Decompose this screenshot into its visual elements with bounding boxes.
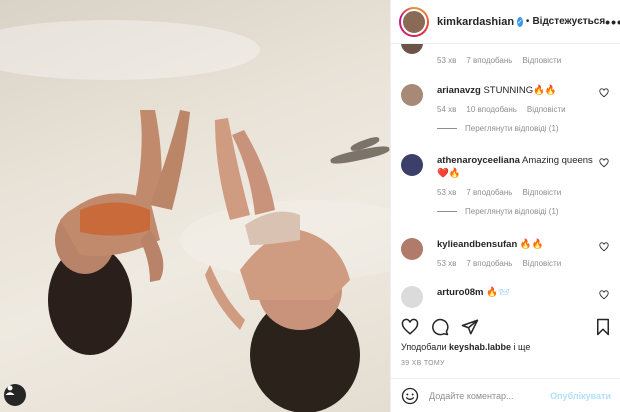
post-header: kimkardashian ✓ • Відстежується ••• — [391, 0, 620, 44]
likes-prefix: Уподобали — [401, 342, 447, 352]
comment-age: 53 хв — [437, 259, 457, 268]
comment-text: athenaroyceeliana Amazing queens❤️🔥 — [437, 154, 613, 180]
more-options-icon[interactable]: ••• — [605, 14, 620, 30]
comment-avatar[interactable] — [401, 84, 423, 106]
comment-avatar[interactable] — [401, 44, 423, 54]
comment-age: 53 хв — [437, 56, 457, 65]
view-replies-button[interactable]: Переглянути відповіді (1) — [437, 124, 613, 133]
post-photo[interactable] — [0, 0, 390, 412]
comment-meta: 53 хв 7 вподобань Відповісти — [437, 188, 613, 197]
author-avatar[interactable] — [399, 6, 429, 37]
comment-avatar[interactable] — [401, 238, 423, 260]
following-button[interactable]: Відстежується — [532, 16, 605, 27]
share-icon[interactable] — [461, 318, 479, 336]
comment-likes[interactable]: 7 вподобань — [466, 259, 512, 268]
like-comment-icon[interactable] — [599, 290, 609, 300]
comment-item: kylieandbensufan 🔥🔥 53 хв 7 вподобань Ві… — [401, 238, 613, 268]
comment-username[interactable]: athenaroyceeliana — [437, 155, 520, 166]
post-timestamp[interactable]: 39 ХВ ТОМУ — [401, 360, 445, 367]
reply-button[interactable]: Відповісти — [522, 259, 561, 268]
comment-likes[interactable]: 10 вподобань — [466, 105, 517, 114]
comment-item: 53 хв 7 вподобань Відповісти — [401, 44, 613, 65]
comment-item: athenaroyceeliana Amazing queens❤️🔥 53 х… — [401, 154, 613, 216]
view-replies-label: Переглянути відповіді (1) — [465, 207, 559, 216]
likes-summary: Уподобали keyshab.labbe і ще — [401, 342, 530, 352]
liked-by-user[interactable]: keyshab.labbe — [449, 342, 511, 352]
like-comment-icon[interactable] — [599, 242, 609, 252]
comment-likes[interactable]: 7 вподобань — [466, 56, 512, 65]
add-comment-bar: Опублікувати — [391, 378, 620, 412]
comment-age: 54 хв — [437, 105, 457, 114]
view-replies-label: Переглянути відповіді (1) — [465, 124, 559, 133]
emoji-icon[interactable] — [401, 387, 419, 405]
user-tag-icon[interactable] — [4, 384, 26, 406]
comment-text: arturo08m 🔥📨 — [437, 286, 613, 299]
verified-badge-icon: ✓ — [517, 16, 523, 27]
comment-meta: 53 хв 7 вподобань Відповісти — [437, 56, 613, 65]
comment-text: arianavzg STUNNING🔥🔥 — [437, 84, 613, 97]
view-replies-button[interactable]: Переглянути відповіді (1) — [437, 207, 613, 216]
comment-content: 🔥📨 — [486, 287, 510, 298]
author-username[interactable]: kimkardashian — [437, 16, 514, 28]
comment-item: arianavzg STUNNING🔥🔥 54 хв 10 вподобань … — [401, 84, 613, 133]
beach-figures — [48, 110, 360, 412]
like-comment-icon[interactable] — [599, 158, 609, 168]
post-side-panel: kimkardashian ✓ • Відстежується ••• 53 х… — [390, 0, 620, 412]
comment-item: arturo08m 🔥📨 — [401, 286, 613, 308]
comment-likes[interactable]: 7 вподобань — [466, 188, 512, 197]
comment-username[interactable]: arturo08m — [437, 287, 483, 298]
comment-input[interactable] — [429, 390, 551, 401]
comment-icon[interactable] — [431, 318, 449, 336]
comments-list[interactable]: 53 хв 7 вподобань Відповісти arianavzg S… — [391, 44, 620, 310]
separator-dot: • — [525, 16, 530, 27]
comment-age: 53 хв — [437, 188, 457, 197]
comment-username[interactable]: kylieandbensufan — [437, 239, 517, 250]
comment-text: kylieandbensufan 🔥🔥 — [437, 238, 613, 251]
likes-suffix[interactable]: і ще — [514, 342, 531, 352]
comment-meta: 54 хв 10 вподобань Відповісти — [437, 105, 613, 114]
comment-meta: 53 хв 7 вподобань Відповісти — [437, 259, 613, 268]
heart-icon[interactable] — [401, 318, 419, 336]
reply-button[interactable]: Відповісти — [522, 188, 561, 197]
comment-avatar[interactable] — [401, 286, 423, 308]
comment-content: STUNNING🔥🔥 — [483, 85, 557, 96]
comment-avatar[interactable] — [401, 154, 423, 176]
like-comment-icon[interactable] — [599, 88, 609, 98]
post-actions-bar — [401, 316, 612, 338]
reply-button[interactable]: Відповісти — [527, 105, 566, 114]
bookmark-icon[interactable] — [594, 318, 612, 336]
comment-content: 🔥🔥 — [519, 239, 544, 250]
reply-button[interactable]: Відповісти — [522, 56, 561, 65]
comment-username[interactable]: arianavzg — [437, 85, 481, 96]
post-comment-button[interactable]: Опублікувати — [550, 391, 611, 401]
